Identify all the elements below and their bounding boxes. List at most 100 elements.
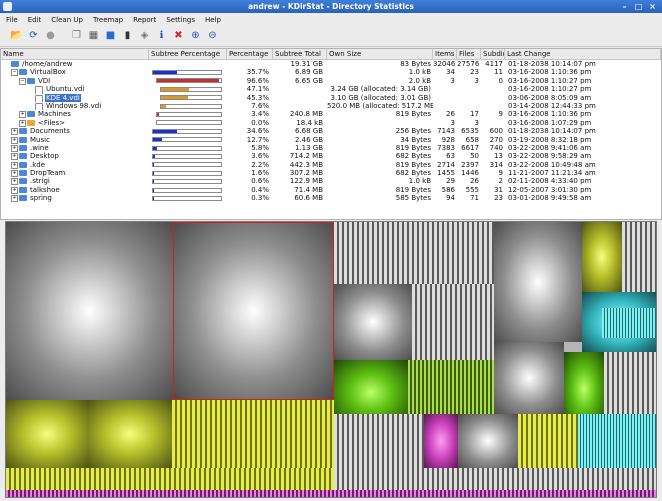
tree-row[interactable]: + Machines 3.4% 240.8 MB 819 Bytes 26 17 9 03-16… xyxy=(1,110,661,119)
shell-icon[interactable]: ▮ xyxy=(121,30,134,43)
column-header-subtree-total[interactable]: Subtree Total xyxy=(273,49,327,59)
menu-report[interactable]: Report xyxy=(133,16,156,24)
column-header-items[interactable]: Items xyxy=(433,49,457,59)
expand-icon[interactable]: + xyxy=(11,195,18,203)
expand-icon[interactable]: + xyxy=(11,178,18,186)
open-folder-icon[interactable]: 📂 xyxy=(10,30,23,43)
treemap-tile-ubuntu-vdi[interactable] xyxy=(6,222,173,400)
treemap-tile-documents-5[interactable] xyxy=(6,490,334,497)
expand-icon[interactable]: + xyxy=(11,144,18,152)
expand-icon[interactable]: + xyxy=(11,136,18,144)
treemap-tile-misc-4[interactable] xyxy=(334,490,656,497)
tree-row[interactable]: + .kde 2.2% 442.3 MB 819 Bytes 2714 2397 314 03-… xyxy=(1,161,661,169)
treemap-tile-desktop-2[interactable] xyxy=(602,308,656,338)
menu-file[interactable]: File xyxy=(6,16,18,24)
expand-icon[interactable]: + xyxy=(11,170,18,178)
refresh-icon[interactable]: ⟳ xyxy=(27,30,40,43)
column-header-own-size[interactable]: Own Size xyxy=(327,49,433,59)
treemap-tile-music-1[interactable] xyxy=(334,284,412,360)
compress-icon[interactable]: ◈ xyxy=(138,30,151,43)
column-header-subtree-percentage[interactable]: Subtree Percentage xyxy=(149,49,227,59)
items-cell: 7383 xyxy=(437,143,455,152)
expand-icon[interactable]: + xyxy=(11,153,18,161)
menu-edit[interactable]: Edit xyxy=(28,16,42,24)
own-size-cell: 2.0 kB xyxy=(408,76,431,85)
treemap-tile-documents-4[interactable] xyxy=(6,468,334,490)
tree-row[interactable]: + Music 12.7% 2.46 GB 34 Bytes 928 658 270 03-19… xyxy=(1,136,661,144)
subtree-total-cell xyxy=(273,102,327,110)
column-header-subdirs[interactable]: Subdirs xyxy=(481,49,505,59)
own-size-cell: 585 Bytes xyxy=(395,194,431,203)
treemap-tile-music-4[interactable] xyxy=(408,360,494,414)
expand-icon[interactable]: + xyxy=(19,119,26,127)
subtree-total-cell xyxy=(273,94,327,102)
treemap-tile-dropteam[interactable] xyxy=(604,352,656,414)
tree-row[interactable]: − VDI 96.6% 6.65 GB 2.0 kB 3 3 0 03-16-2008 1:10… xyxy=(1,77,661,85)
tree-row[interactable]: + spring 0.3% 60.6 MB 585 Bytes 94 71 23 03-01-2… xyxy=(1,194,661,203)
treemap-tile-music-2[interactable] xyxy=(412,284,494,360)
expand-icon[interactable]: + xyxy=(11,128,18,136)
treemap-tile-misc-3[interactable] xyxy=(334,468,656,490)
zoom-out-icon[interactable]: ⊖ xyxy=(206,30,219,43)
menu-settings[interactable]: Settings xyxy=(166,16,195,24)
treemap-tile-misc-2[interactable] xyxy=(578,414,656,468)
tree-row[interactable]: + Documents 34.6% 6.68 GB 256 Bytes 7143 6535 6… xyxy=(1,127,661,136)
treemap-tile-kde-1[interactable] xyxy=(494,342,564,414)
column-header-last-change[interactable]: Last Change xyxy=(505,49,661,59)
trash-icon[interactable]: ✖ xyxy=(172,30,185,43)
tree-row[interactable]: KDE 4.vdi 45.3% 3.10 GB (allocated: 3.01 G… xyxy=(1,93,661,102)
treemap-tile-wine-3[interactable] xyxy=(582,222,622,292)
tree-row[interactable]: Ubuntu.vdi 47.1% 3.24 GB (allocated: 3.14 … xyxy=(1,85,661,94)
tree-row-label: .wine xyxy=(30,143,49,152)
tree-row[interactable]: + .strigi 0.6% 122.9 MB 1.0 kB 29 26 2 02-11-200… xyxy=(1,177,661,186)
treemap-tile-kde4-vdi[interactable] xyxy=(173,222,334,400)
tree-row[interactable]: Windows 98.vdi 7.6% 520.0 MB (allocated: 5… xyxy=(1,102,661,111)
items-cell: 586 xyxy=(441,185,455,194)
treemap-tile-documents-1[interactable] xyxy=(6,400,88,468)
treemap-tile-strigi[interactable] xyxy=(334,414,424,468)
files-cell: 23 xyxy=(470,68,479,77)
folder-icon xyxy=(19,153,27,160)
tree-row[interactable]: + talkshoe 0.4% 71.4 MB 819 Bytes 586 555 31 12-… xyxy=(1,186,661,194)
minimize-icon[interactable]: – xyxy=(619,1,630,12)
tree-row[interactable]: + DropTeam 1.6% 307.2 MB 682 Bytes 1455 1446 9 1… xyxy=(1,169,661,178)
info-icon[interactable]: ℹ xyxy=(155,30,168,43)
treemap-tile-documents-2[interactable] xyxy=(88,400,172,468)
treemap-tile-kde-2[interactable] xyxy=(564,352,604,414)
treemap-tile-wine-1[interactable] xyxy=(494,222,582,342)
tree-row[interactable]: /home/andrew 19.31 GB 83 Bytes 32046 27576 41… xyxy=(1,60,661,68)
terminal-icon[interactable]: ▦ xyxy=(87,30,100,43)
treemap-tile-misc-1[interactable] xyxy=(518,414,578,468)
tree-row[interactable]: + <Files> 0.0% 18.4 kB 3 3 03-16-2008 1:07:29 … xyxy=(1,119,661,127)
stop-icon[interactable]: ● xyxy=(44,30,57,43)
tree-row[interactable]: + .wine 5.8% 1.13 GB 819 Bytes 7383 6617 740 03-… xyxy=(1,144,661,152)
konqueror-icon[interactable]: ■ xyxy=(104,30,117,43)
treemap-tile-windows98-vdi[interactable] xyxy=(334,222,494,284)
tree-row[interactable]: + Desktop 3.6% 714.2 MB 682 Bytes 63 50 13 03-22… xyxy=(1,152,661,161)
menu-help[interactable]: Help xyxy=(205,16,221,24)
treemap-tile-music-3[interactable] xyxy=(334,360,408,414)
column-header-name[interactable]: Name xyxy=(1,49,149,59)
treemap-tile-talkshoe[interactable] xyxy=(424,414,458,468)
subtree-total-cell: 122.9 MB xyxy=(289,177,323,186)
menu-clean-up[interactable]: Clean Up xyxy=(51,16,83,24)
close-icon[interactable]: × xyxy=(647,1,658,12)
collapse-icon[interactable]: − xyxy=(19,77,26,85)
treemap-tile-documents-3[interactable] xyxy=(172,400,334,468)
copy-icon[interactable]: ❐ xyxy=(70,30,83,43)
menu-treemap[interactable]: Treemap xyxy=(93,16,123,24)
treemap[interactable] xyxy=(5,221,657,498)
treemap-tile-spring[interactable] xyxy=(458,414,518,468)
tree-row[interactable]: − VirtualBox 35.7% 6.89 GB 1.0 kB 34 23 11 03-16… xyxy=(1,68,661,77)
maximize-icon[interactable]: □ xyxy=(633,1,644,12)
column-header-files[interactable]: Files xyxy=(457,49,481,59)
tree-row-name-cell: Windows 98.vdi xyxy=(1,102,149,111)
expand-icon[interactable]: + xyxy=(11,161,18,169)
collapse-icon[interactable]: − xyxy=(11,69,18,77)
last-change-cell: 03-01-2008 9:49:58 am xyxy=(508,194,592,203)
column-header-percentage[interactable]: Percentage xyxy=(227,49,273,59)
zoom-in-icon[interactable]: ⊕ xyxy=(189,30,202,43)
expand-icon[interactable]: + xyxy=(11,186,18,194)
last-change-cell: 12-05-2007 3:01:30 pm xyxy=(508,185,592,194)
expand-icon[interactable]: + xyxy=(19,111,26,119)
